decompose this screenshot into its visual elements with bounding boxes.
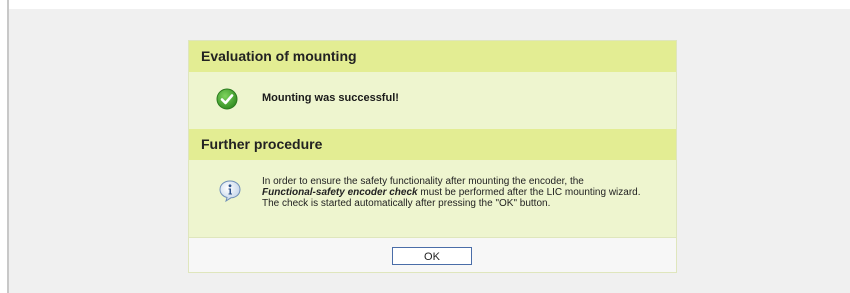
info-text: In order to ensure the safety functional…: [262, 176, 667, 209]
success-message: Mounting was successful!: [262, 92, 399, 104]
success-row: Mounting was successful!: [189, 72, 676, 129]
info-bubble-icon: [218, 179, 242, 203]
info-text-line1: In order to ensure the safety functional…: [262, 176, 584, 187]
functional-safety-check-label: Functional-safety encoder check: [262, 187, 418, 198]
info-row: In order to ensure the safety functional…: [189, 160, 676, 237]
dialog-footer: OK: [189, 237, 676, 272]
info-text-line2: must be performed after the LIC mounting…: [420, 187, 641, 198]
evaluation-header: Evaluation of mounting: [189, 41, 676, 72]
further-procedure-header: Further procedure: [189, 129, 676, 160]
ok-button[interactable]: OK: [392, 247, 472, 265]
check-circle-icon: [216, 88, 238, 110]
window-left-border: [7, 0, 9, 293]
info-text-line3: The check is started automatically after…: [262, 198, 551, 209]
mounting-evaluation-dialog: Evaluation of mounting Mounting was succ…: [188, 40, 677, 273]
